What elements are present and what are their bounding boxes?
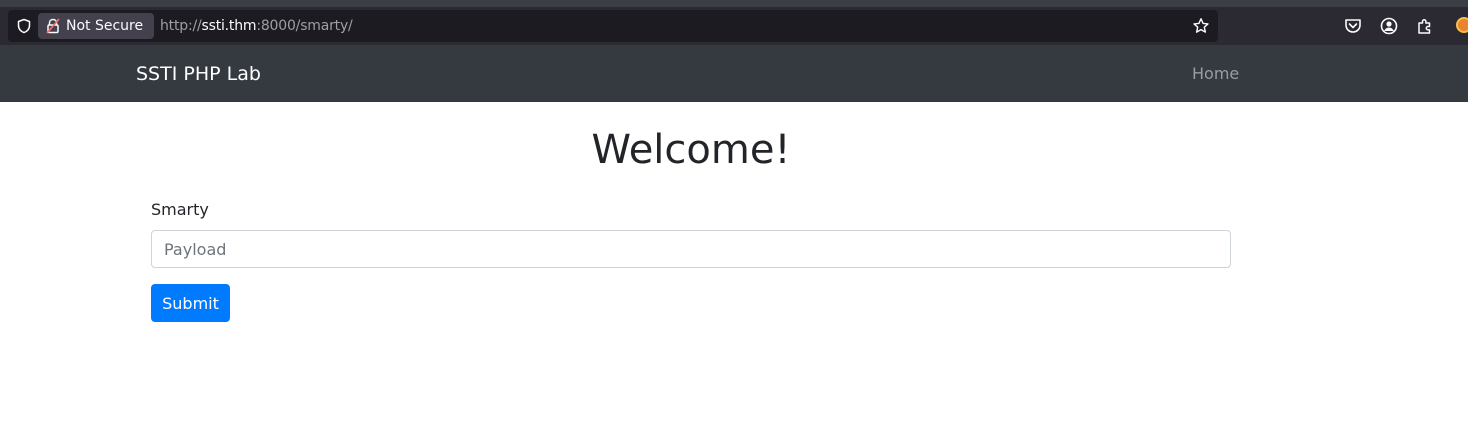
- page-title: Welcome!: [591, 127, 791, 173]
- security-label: Not Secure: [66, 18, 144, 34]
- smarty-label: Smarty: [151, 200, 209, 219]
- submit-button[interactable]: Submit: [151, 284, 230, 322]
- extension-peek-icon[interactable]: [1456, 17, 1468, 33]
- lock-icon: [46, 18, 60, 34]
- account-icon[interactable]: [1379, 16, 1399, 36]
- shield-icon[interactable]: [16, 18, 32, 34]
- star-icon[interactable]: [1192, 17, 1210, 35]
- extensions-icon[interactable]: [1415, 16, 1435, 36]
- pocket-icon[interactable]: [1343, 16, 1363, 36]
- nav-link-home[interactable]: Home: [1192, 64, 1239, 84]
- url-scheme: http://: [160, 18, 202, 34]
- security-indicator[interactable]: Not Secure: [38, 13, 154, 39]
- browser-top-strip: [0, 0, 1468, 7]
- browser-toolbar: Not Secure http://ssti.thm:8000/smarty/: [0, 7, 1468, 45]
- url-path: :8000/smarty/: [256, 18, 353, 34]
- navbar-brand[interactable]: SSTI PHP Lab: [136, 62, 261, 86]
- address-bar[interactable]: Not Secure http://ssti.thm:8000/smarty/: [8, 10, 1218, 42]
- payload-input[interactable]: [151, 230, 1231, 268]
- url-host: ssti.thm: [201, 18, 257, 34]
- site-navbar: SSTI PHP Lab Home: [0, 45, 1468, 102]
- url-text[interactable]: http://ssti.thm:8000/smarty/: [160, 18, 353, 34]
